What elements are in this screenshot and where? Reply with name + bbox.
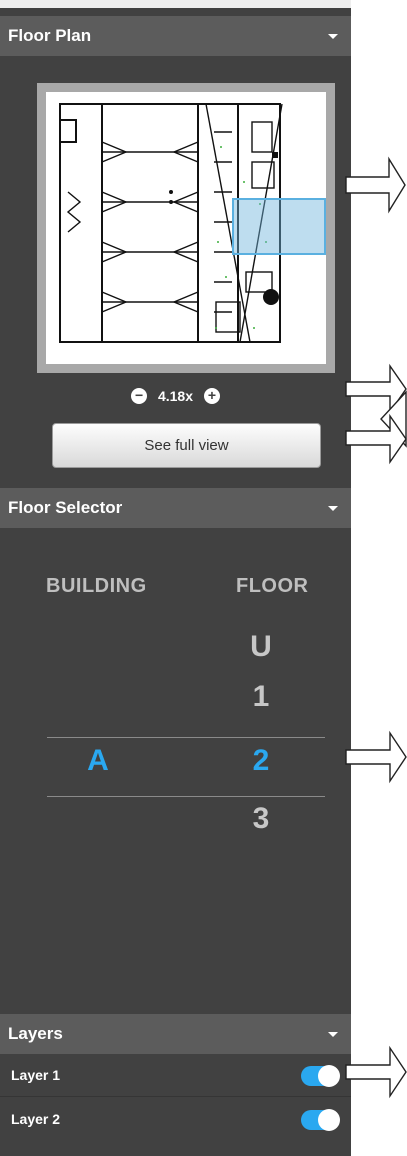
arrow-icon — [345, 730, 407, 784]
arrow-overlay — [345, 156, 407, 1099]
arrow-icon — [345, 156, 406, 214]
arrow-icon — [345, 1045, 407, 1099]
